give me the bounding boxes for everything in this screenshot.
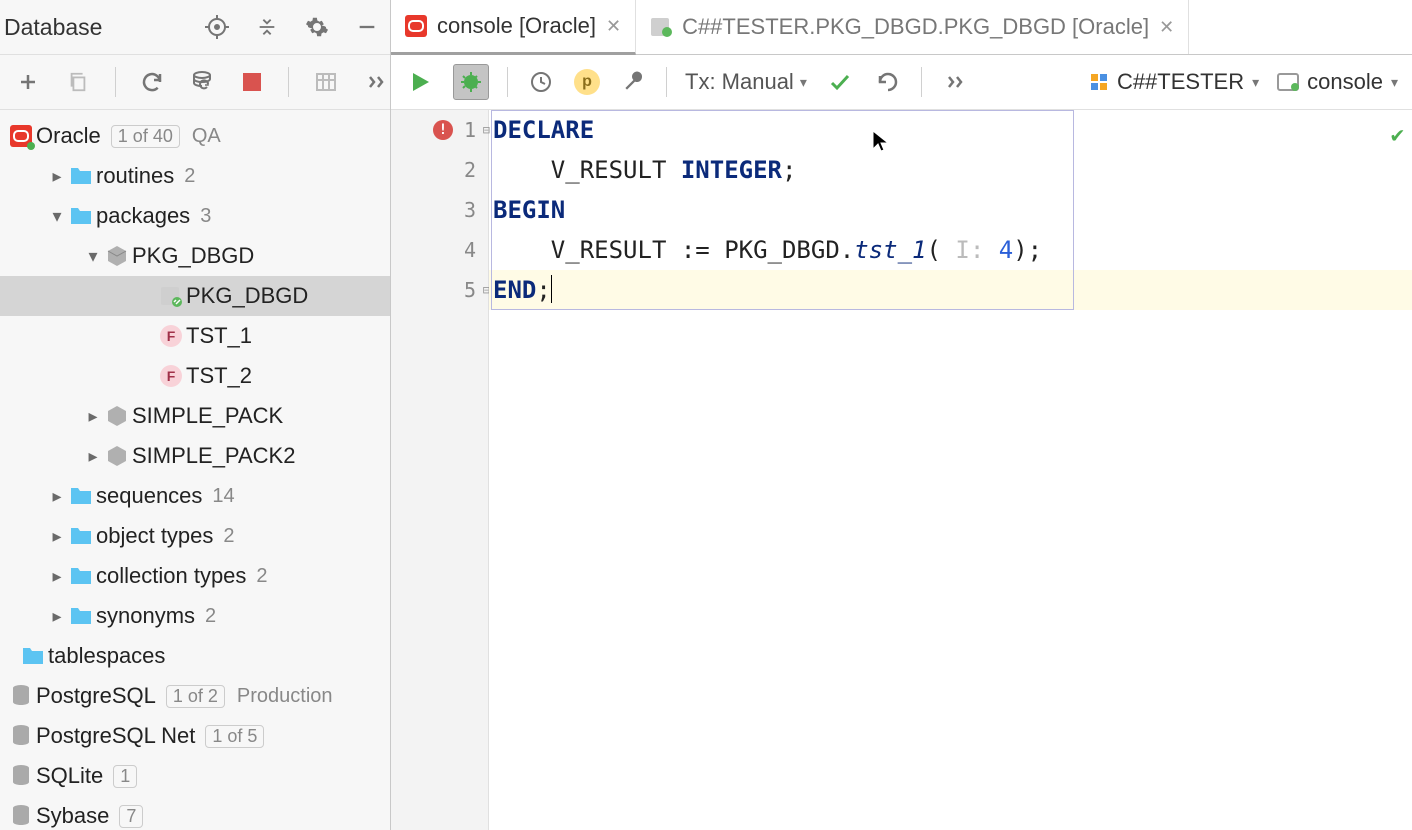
target-icon[interactable] bbox=[202, 12, 232, 42]
datasource-postgresql[interactable]: PostgreSQL 1 of 2 Production bbox=[0, 676, 390, 716]
code-line[interactable]: V_RESULT := PKG_DBGD.tst_1( I: 4); bbox=[489, 230, 1412, 270]
chevron-down-icon: ▾ bbox=[1391, 74, 1398, 91]
code-body[interactable]: ✔ DECLARE V_RESULT INTEGER;BEGIN V_RESUL… bbox=[489, 110, 1412, 830]
tree-pkg-dbgd[interactable]: ▾ PKG_DBGD bbox=[0, 236, 390, 276]
inspection-ok-icon[interactable]: ✔ bbox=[1391, 116, 1404, 156]
database-tree[interactable]: Oracle 1 of 40 QA ▸ routines 2 ▾ package… bbox=[0, 110, 390, 830]
sidebar-title: Database bbox=[4, 14, 102, 41]
tab-pkg-dbgd[interactable]: C##TESTER.PKG_DBGD.PKG_DBGD [Oracle] ✕ bbox=[636, 0, 1189, 54]
sidebar-header: Database bbox=[0, 0, 390, 55]
datasource-postgresql-net[interactable]: PostgreSQL Net 1 of 5 bbox=[0, 716, 390, 756]
tree-collection-types[interactable]: ▸ collection types 2 bbox=[0, 556, 390, 596]
function-icon: F bbox=[160, 325, 182, 347]
code-line[interactable]: DECLARE bbox=[489, 110, 1412, 150]
datasource-oracle[interactable]: Oracle 1 of 40 QA bbox=[0, 116, 390, 156]
chevron-right-icon[interactable]: ▸ bbox=[48, 166, 66, 187]
chevron-down-icon: ▾ bbox=[800, 74, 807, 91]
code-editor[interactable]: 1!⊟ 2 3 4 5⊟ ✔ DECLARE V_RESULT INTEGER;… bbox=[391, 110, 1412, 830]
more-icon[interactable] bbox=[362, 67, 390, 97]
tree-synonyms[interactable]: ▸ synonyms 2 bbox=[0, 596, 390, 636]
history-icon[interactable] bbox=[526, 67, 556, 97]
tree-tst-2[interactable]: F TST_2 bbox=[0, 356, 390, 396]
refresh-icon[interactable] bbox=[138, 67, 166, 97]
filter-refresh-icon[interactable] bbox=[188, 67, 216, 97]
chevron-down-icon[interactable]: ▾ bbox=[48, 206, 66, 227]
gutter: 1!⊟ 2 3 4 5⊟ bbox=[391, 110, 489, 830]
chevron-down-icon: ▾ bbox=[1252, 74, 1259, 91]
code-line[interactable]: END; bbox=[489, 270, 1412, 310]
function-icon: F bbox=[160, 365, 182, 387]
close-icon[interactable]: ✕ bbox=[1159, 17, 1174, 38]
add-icon[interactable] bbox=[14, 67, 42, 97]
tree-simple-pack2[interactable]: ▸ SIMPLE_PACK2 bbox=[0, 436, 390, 476]
close-icon[interactable]: ✕ bbox=[606, 16, 621, 37]
tree-packages[interactable]: ▾ packages 3 bbox=[0, 196, 390, 236]
editor-tabs: console [Oracle] ✕ C##TESTER.PKG_DBGD.PK… bbox=[391, 0, 1412, 55]
tree-tst-1[interactable]: F TST_1 bbox=[0, 316, 390, 356]
table-icon[interactable] bbox=[311, 67, 339, 97]
chevron-right-icon[interactable]: ▸ bbox=[84, 406, 102, 427]
tree-routines[interactable]: ▸ routines 2 bbox=[0, 156, 390, 196]
tab-console[interactable]: console [Oracle] ✕ bbox=[391, 0, 636, 55]
chevron-down-icon[interactable]: ▾ bbox=[84, 246, 102, 267]
error-icon[interactable]: ! bbox=[433, 120, 453, 140]
tree-sequences[interactable]: ▸ sequences 14 bbox=[0, 476, 390, 516]
collapse-icon[interactable] bbox=[252, 12, 282, 42]
wrench-icon[interactable] bbox=[618, 67, 648, 97]
debug-icon[interactable] bbox=[453, 64, 489, 100]
oracle-icon bbox=[10, 125, 32, 147]
code-line[interactable]: V_RESULT INTEGER; bbox=[489, 150, 1412, 190]
datasource-sybase[interactable]: Sybase 7 bbox=[0, 796, 390, 830]
schema-dropdown[interactable]: C##TESTER ▾ bbox=[1089, 69, 1259, 95]
commit-icon[interactable] bbox=[825, 67, 855, 97]
run-icon[interactable] bbox=[405, 67, 435, 97]
chevron-right-icon[interactable]: ▸ bbox=[84, 446, 102, 467]
editor-toolbar: p Tx: Manual ▾ C##TESTER bbox=[391, 55, 1412, 110]
console-dropdown[interactable]: console ▾ bbox=[1277, 69, 1398, 95]
oracle-icon bbox=[405, 15, 427, 37]
tx-mode-dropdown[interactable]: Tx: Manual ▾ bbox=[685, 69, 807, 95]
code-line[interactable]: BEGIN bbox=[489, 190, 1412, 230]
tree-pkg-dbgd-body[interactable]: PKG_DBGD bbox=[0, 276, 390, 316]
gear-icon[interactable] bbox=[302, 12, 332, 42]
tree-simple-pack[interactable]: ▸ SIMPLE_PACK bbox=[0, 396, 390, 436]
tree-object-types[interactable]: ▸ object types 2 bbox=[0, 516, 390, 556]
copy-icon[interactable] bbox=[64, 67, 92, 97]
stop-icon[interactable] bbox=[238, 67, 266, 97]
explain-plan-icon[interactable]: p bbox=[574, 69, 600, 95]
sidebar-toolbar bbox=[0, 55, 390, 110]
minimize-icon[interactable] bbox=[352, 12, 382, 42]
more-icon[interactable] bbox=[940, 67, 970, 97]
datasource-sqlite[interactable]: SQLite 1 bbox=[0, 756, 390, 796]
rollback-icon[interactable] bbox=[873, 67, 903, 97]
tree-tablespaces[interactable]: tablespaces bbox=[0, 636, 390, 676]
